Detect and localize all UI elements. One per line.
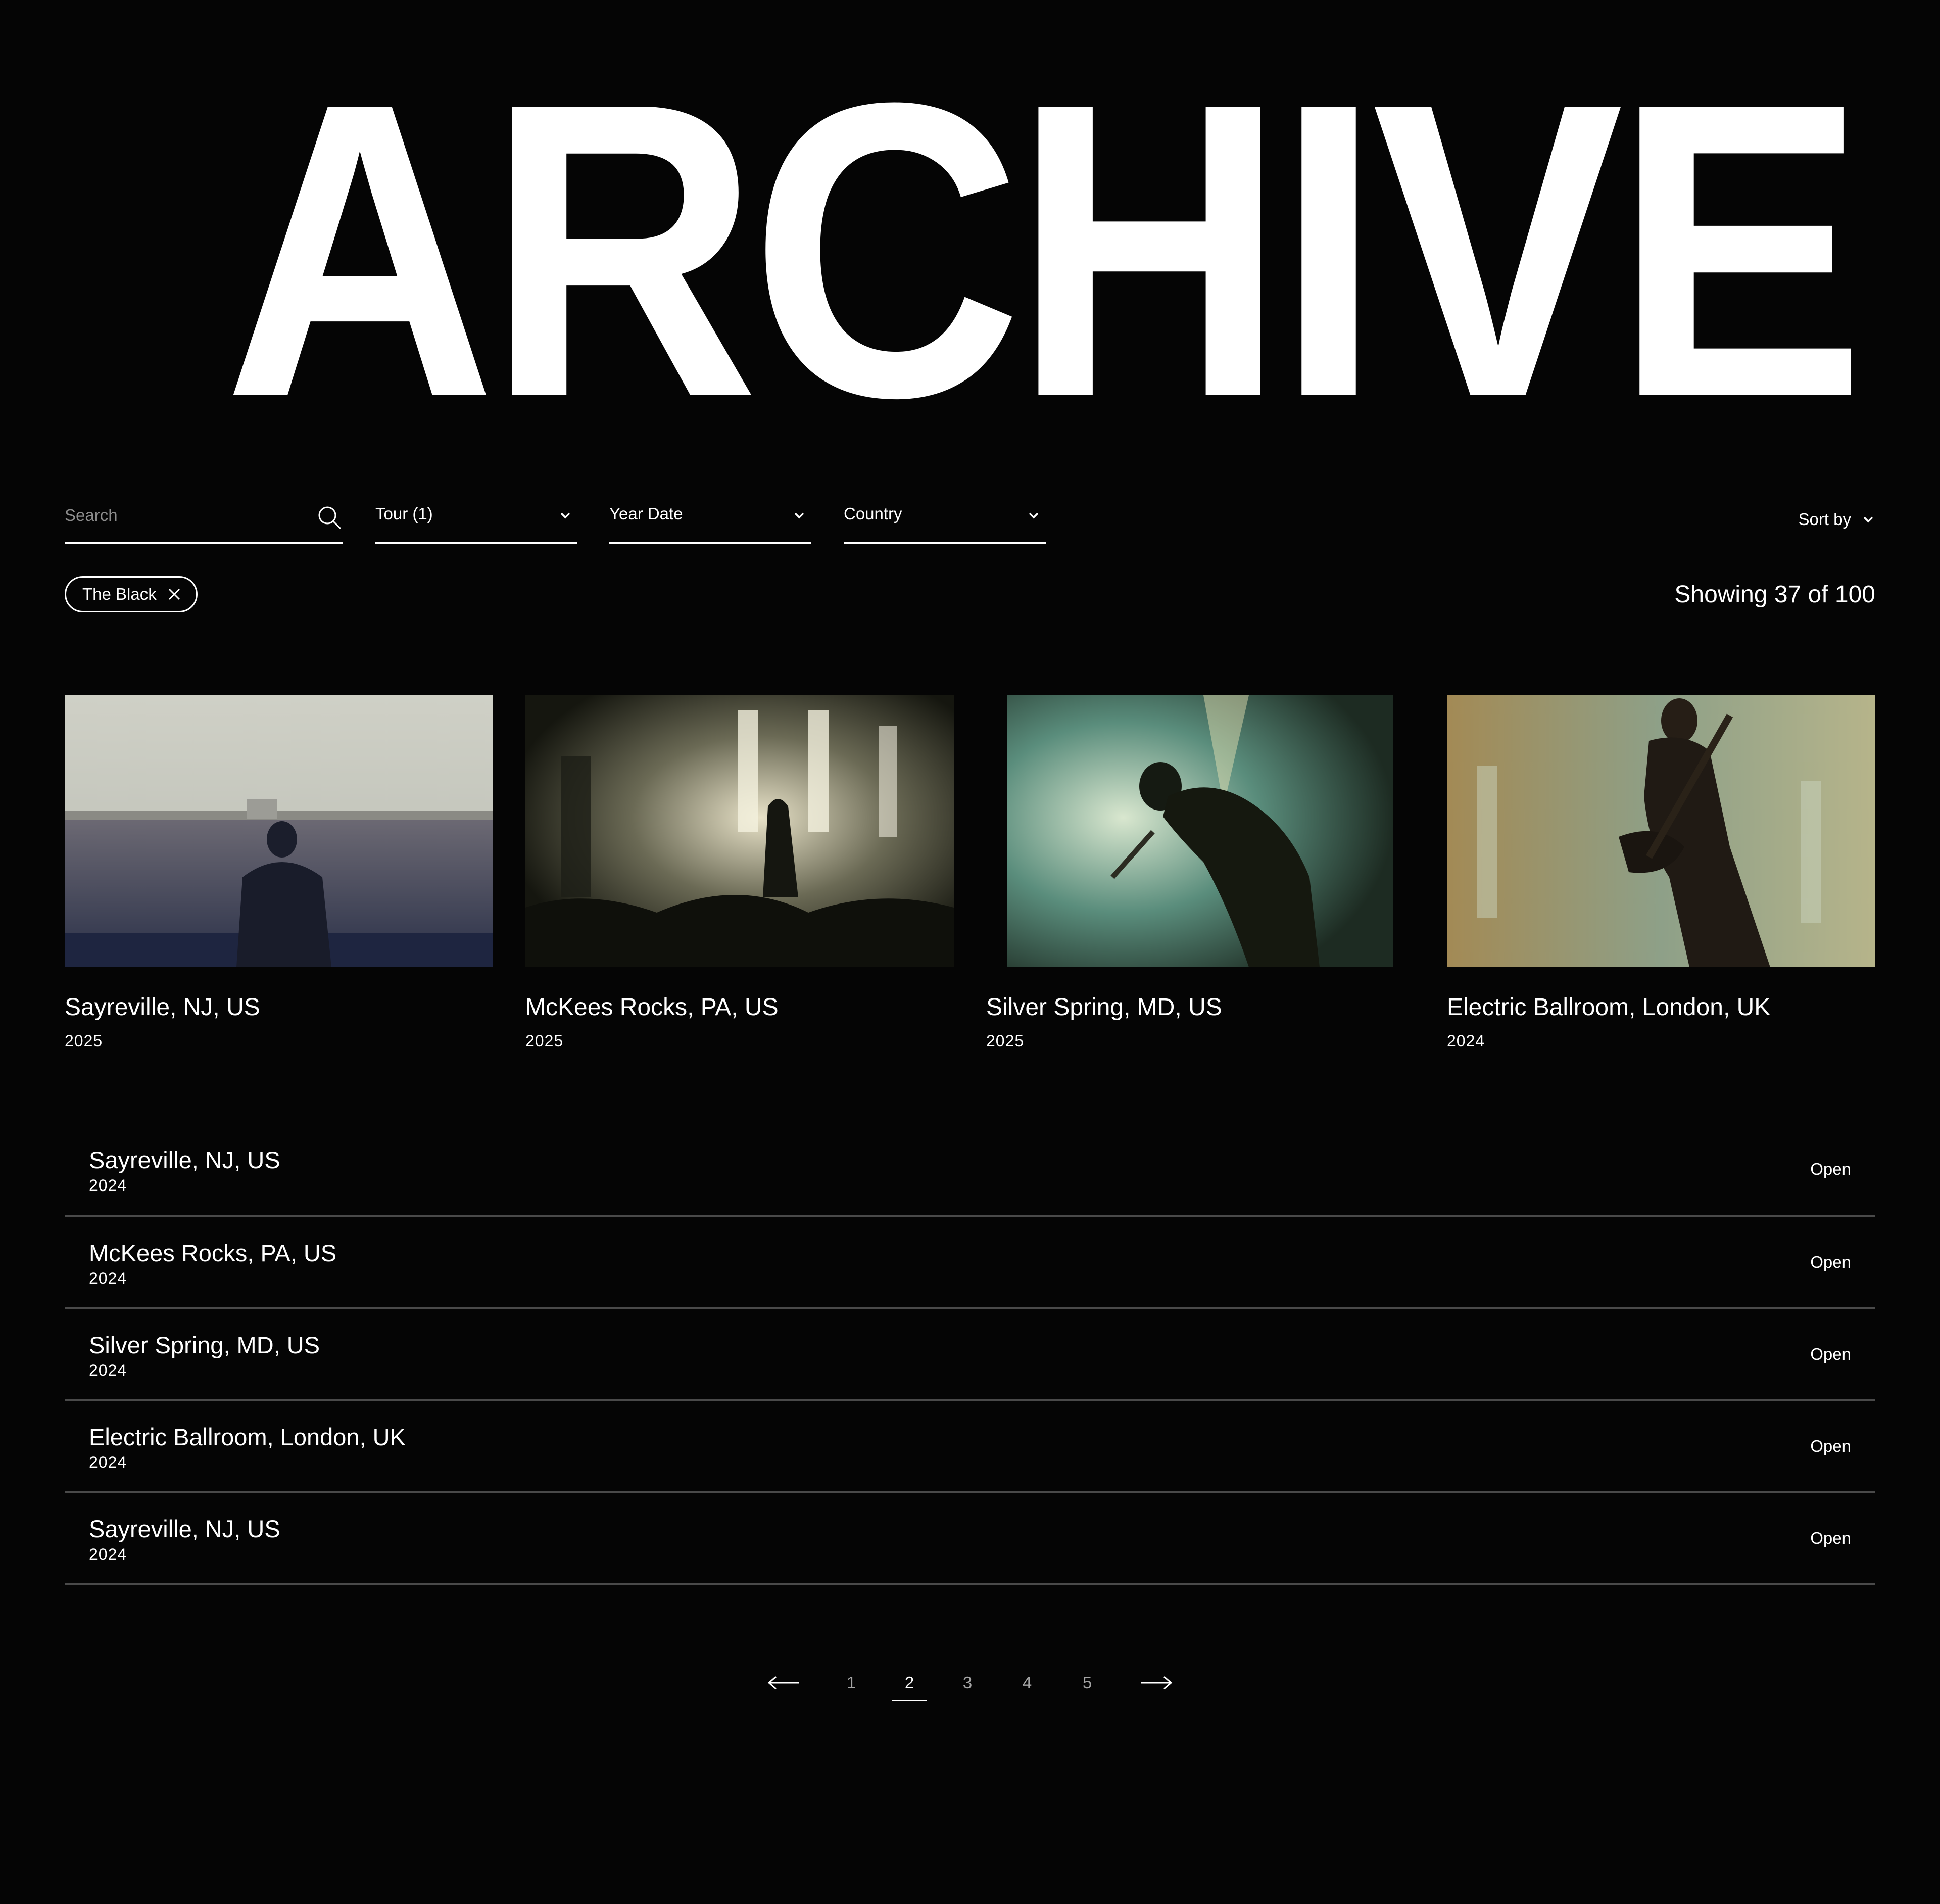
arrow-right-icon[interactable]	[1139, 1671, 1173, 1695]
hero-title-svg: ARCHIVE	[224, 16, 1867, 435]
card-year: 2024	[1447, 1032, 1485, 1050]
search-input[interactable]	[65, 501, 307, 530]
active-filter-chip[interactable]: The Black	[65, 576, 198, 612]
archive-list: Sayreville, NJ, US 2024 Open McKees Rock…	[65, 1124, 1875, 1585]
hero: ARCHIVE	[0, 0, 1940, 435]
page-link-1[interactable]: 1	[834, 1673, 869, 1693]
card-image-guitarist	[1447, 695, 1875, 967]
search-field[interactable]	[65, 495, 343, 544]
card-title: McKees Rocks, PA, US	[525, 994, 779, 1021]
crowd-view-photo[interactable]	[65, 695, 493, 967]
page-link-2[interactable]: 2	[892, 1673, 927, 1693]
card-year: 2025	[986, 1032, 1025, 1050]
sort-by-label: Sort by	[1798, 510, 1851, 529]
open-link[interactable]: Open	[1810, 1528, 1851, 1548]
card-title: Electric Ballroom, London, UK	[1447, 994, 1771, 1021]
card-title: Silver Spring, MD, US	[986, 994, 1222, 1021]
card-image-singer	[1007, 695, 1393, 967]
list-item-year: 2024	[89, 1453, 127, 1471]
year-date-dropdown[interactable]: Year Date	[609, 495, 811, 544]
page-link-5[interactable]: 5	[1070, 1673, 1105, 1693]
list-item-year: 2024	[89, 1176, 127, 1195]
page-title: ARCHIVE	[224, 16, 1857, 435]
tour-dropdown[interactable]: Tour (1)	[375, 495, 577, 544]
card-image-stage	[525, 695, 954, 967]
country-dropdown-label: Country	[844, 504, 902, 523]
open-link[interactable]: Open	[1810, 1159, 1851, 1179]
list-item-title: Electric Ballroom, London, UK	[89, 1423, 406, 1450]
chevron-down-icon	[560, 512, 570, 519]
singer-silhouette-photo[interactable]	[986, 695, 1415, 967]
search-icon[interactable]	[316, 504, 343, 531]
card-title: Sayreville, NJ, US	[65, 994, 260, 1021]
active-filter-chip-label: The Black	[82, 585, 157, 603]
results-count: Showing 37 of 100	[1674, 581, 1875, 608]
chevron-down-icon	[1029, 512, 1039, 519]
open-link[interactable]: Open	[1810, 1436, 1851, 1456]
list-item-title: Sayreville, NJ, US	[89, 1147, 280, 1173]
year-date-dropdown-label: Year Date	[609, 504, 683, 523]
list-item[interactable]: Silver Spring, MD, US 2024 Open	[65, 1309, 1875, 1401]
open-link[interactable]: Open	[1810, 1344, 1851, 1364]
list-item-year: 2024	[89, 1545, 127, 1563]
stage-backlit-photo[interactable]	[525, 695, 954, 967]
card-image-crowd	[65, 695, 493, 967]
list-item-title: Silver Spring, MD, US	[89, 1331, 320, 1358]
list-item-year: 2024	[89, 1269, 127, 1288]
list-item-title: McKees Rocks, PA, US	[89, 1240, 337, 1266]
pagination: 1 2 3 4 5	[0, 1665, 1940, 1706]
archive-card[interactable]: Sayreville, NJ, US 2025	[65, 695, 493, 1051]
list-item[interactable]: Sayreville, NJ, US 2024 Open	[65, 1493, 1875, 1585]
list-item[interactable]: Sayreville, NJ, US 2024 Open	[65, 1124, 1875, 1217]
archive-card[interactable]: Electric Ballroom, London, UK 2024	[1447, 695, 1875, 1051]
list-item[interactable]: Electric Ballroom, London, UK 2024 Open	[65, 1401, 1875, 1493]
chevron-down-icon	[794, 512, 804, 519]
current-page-indicator	[892, 1700, 927, 1701]
page-link-4[interactable]: 4	[1009, 1673, 1045, 1693]
card-year: 2025	[525, 1032, 564, 1050]
country-dropdown[interactable]: Country	[844, 495, 1046, 544]
archive-card[interactable]: McKees Rocks, PA, US 2025	[525, 695, 954, 1051]
page-link-3[interactable]: 3	[950, 1673, 985, 1693]
card-year: 2025	[65, 1032, 103, 1050]
chevron-down-icon	[1863, 516, 1873, 523]
list-item-year: 2024	[89, 1361, 127, 1379]
close-icon[interactable]	[168, 588, 181, 601]
list-item[interactable]: McKees Rocks, PA, US 2024 Open	[65, 1217, 1875, 1309]
sort-by-dropdown[interactable]: Sort by	[1798, 504, 1875, 535]
guitarist-photo[interactable]	[1447, 695, 1875, 967]
list-item-title: Sayreville, NJ, US	[89, 1515, 280, 1542]
archive-card[interactable]: Silver Spring, MD, US 2025	[986, 695, 1415, 1051]
tour-dropdown-label: Tour (1)	[375, 504, 433, 523]
arrow-left-icon[interactable]	[767, 1671, 801, 1695]
filter-bar: Tour (1) Year Date Country Sort by	[65, 495, 1875, 544]
open-link[interactable]: Open	[1810, 1252, 1851, 1272]
